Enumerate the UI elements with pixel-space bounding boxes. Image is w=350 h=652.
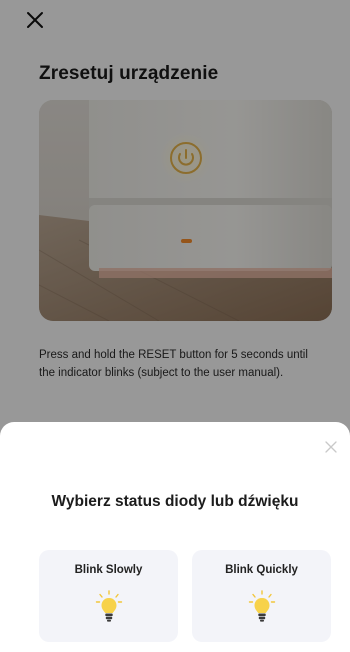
close-icon[interactable] (323, 439, 339, 455)
option-label: Blink Quickly (225, 564, 298, 576)
blink-quickly-option[interactable]: Blink Quickly (192, 550, 331, 642)
led-status-bottom-sheet: Wybierz status diody lub dźwięku Blink S… (0, 422, 350, 652)
blink-slowly-option[interactable]: Blink Slowly (39, 550, 178, 642)
lightbulb-icon (248, 590, 276, 622)
sheet-title: Wybierz status diody lub dźwięku (51, 493, 299, 510)
option-label: Blink Slowly (74, 564, 143, 576)
lightbulb-icon (95, 590, 123, 622)
